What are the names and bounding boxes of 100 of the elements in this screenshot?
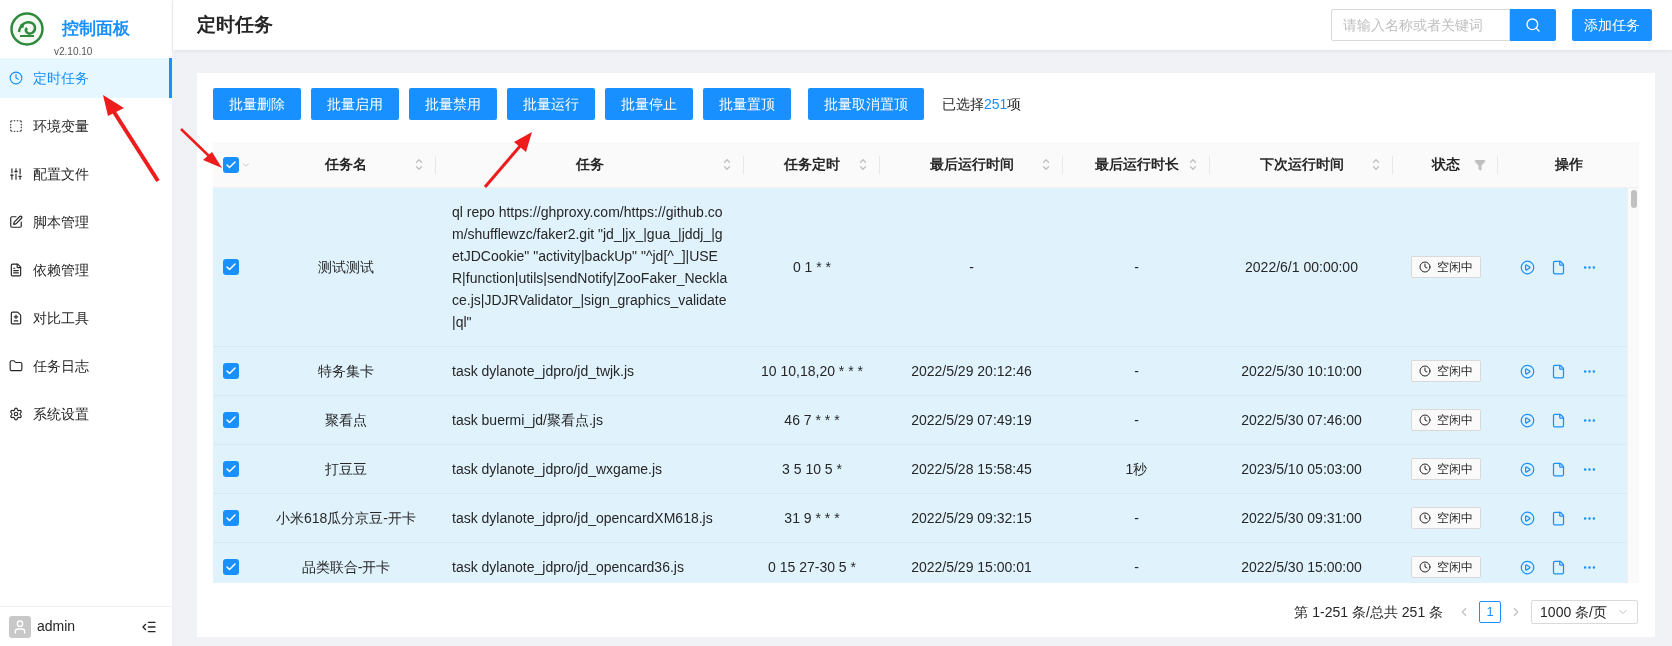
check-icon xyxy=(225,261,237,273)
table-cell-text: - xyxy=(1134,557,1139,577)
checkbox[interactable] xyxy=(223,559,239,575)
checkbox[interactable] xyxy=(223,510,239,526)
table-cell-text: 3 5 10 5 * xyxy=(782,459,842,479)
clock-icon xyxy=(1418,512,1431,524)
check-icon xyxy=(225,158,237,171)
filter-icon[interactable] xyxy=(1474,158,1486,171)
check-icon xyxy=(225,463,237,475)
table-cell-text: 1秒 xyxy=(1125,459,1148,479)
table-cell-text: 2022/5/29 09:32:15 xyxy=(911,508,1032,528)
page-size-select[interactable]: 1000 条/页 xyxy=(1531,600,1638,624)
settings-icon xyxy=(9,407,23,421)
run-icon[interactable] xyxy=(1520,412,1535,428)
sidebar-item[interactable]: 配置文件 xyxy=(0,154,172,194)
avatar[interactable] xyxy=(9,615,31,638)
sidebar-item[interactable]: 对比工具 xyxy=(0,298,172,338)
sort-icon[interactable] xyxy=(414,156,424,173)
sidebar-item[interactable]: 脚本管理 xyxy=(0,202,172,242)
selection-count: 已选择251项 xyxy=(942,94,1022,114)
run-icon[interactable] xyxy=(1520,461,1535,477)
table-cell-text: 2022/5/30 07:46:00 xyxy=(1241,410,1362,430)
sort-icon[interactable] xyxy=(1041,156,1051,173)
sliders-icon xyxy=(9,167,23,181)
clock-icon xyxy=(1418,261,1431,273)
status-tag: 空闲中 xyxy=(1410,256,1481,278)
log-file-icon[interactable] xyxy=(1551,510,1566,526)
scrollbar[interactable] xyxy=(1627,188,1639,583)
version-label: v2.10.10 xyxy=(54,46,94,58)
table-cell-text: 46 7 * * * xyxy=(784,410,840,430)
sort-icon[interactable] xyxy=(1371,156,1381,173)
user-icon xyxy=(12,618,28,635)
table-cell-text: 0 1 * * xyxy=(792,257,832,277)
logo-icon xyxy=(10,12,44,46)
user-name[interactable]: admin xyxy=(37,616,76,637)
sidebar-item[interactable]: 依赖管理 xyxy=(0,250,172,290)
sort-icon[interactable] xyxy=(1188,156,1198,173)
sidebar-item[interactable]: 任务日志 xyxy=(0,346,172,386)
page-title: 定时任务 xyxy=(197,12,273,37)
file-diff-icon xyxy=(9,311,23,325)
sort-icon[interactable] xyxy=(722,156,732,173)
search-icon xyxy=(1525,17,1541,33)
table-cell-text: 2022/5/29 07:49:19 xyxy=(911,410,1032,430)
edit-icon xyxy=(9,215,23,229)
log-file-icon[interactable] xyxy=(1551,559,1566,575)
table-cell-text: 测试测试 xyxy=(318,257,374,277)
check-icon xyxy=(225,561,237,573)
clock-icon xyxy=(1418,463,1431,475)
checkbox[interactable] xyxy=(223,461,239,477)
checkbox[interactable] xyxy=(223,412,239,428)
table-cell-text: 2022/5/30 15:00:00 xyxy=(1241,557,1362,577)
table-cell-text: 2022/5/30 10:10:00 xyxy=(1241,361,1362,381)
run-icon[interactable] xyxy=(1520,510,1535,526)
sort-icon[interactable] xyxy=(858,156,868,173)
run-icon[interactable] xyxy=(1520,559,1535,575)
table-row[interactable]: 特务集卡 task dylanote_jdpro/jd_twjk.js 10 10,18,20 * * * 2022/5/29 20:12:46 - 2022/5/30 10:10:00 空闲中 xyxy=(213,347,1627,396)
status-tag: 空闲中 xyxy=(1410,458,1481,480)
check-icon xyxy=(225,365,237,377)
clock-icon xyxy=(1418,561,1431,573)
checkbox[interactable] xyxy=(223,156,239,173)
table-cell-text: 0 15 27-30 5 * xyxy=(768,557,856,577)
log-file-icon[interactable] xyxy=(1551,412,1566,428)
search-button[interactable] xyxy=(1510,9,1556,41)
column-header: 下次运行时间 xyxy=(1259,155,1344,174)
table-cell-text: 31 9 * * * xyxy=(784,508,840,528)
log-file-icon[interactable] xyxy=(1551,363,1566,379)
table-row[interactable]: 聚看点 task buermi_jd/聚看点.js 46 7 * * * 2022/5/29 07:49:19 - 2022/5/30 07:46:00 空闲中 xyxy=(213,396,1627,445)
status-tag: 空闲中 xyxy=(1410,507,1481,529)
check-icon xyxy=(225,512,237,524)
table-cell-text: 2022/5/30 09:31:00 xyxy=(1241,508,1362,528)
table-cell-text: - xyxy=(1134,361,1139,381)
run-icon[interactable] xyxy=(1520,363,1535,379)
table-cell-text: 2022/5/28 15:58:45 xyxy=(911,459,1032,479)
table-cell-text: - xyxy=(1134,410,1139,430)
search-field[interactable]: 请输入名称或者关键词 xyxy=(1331,9,1510,41)
table-cell-text: - xyxy=(1134,257,1139,277)
sidebar-item[interactable]: 系统设置 xyxy=(0,394,172,434)
run-icon[interactable] xyxy=(1520,259,1535,275)
column-header: 任务名 xyxy=(325,155,367,174)
table-cell-text: 品类联合-开卡 xyxy=(301,557,391,577)
table-cell-text: 特务集卡 xyxy=(318,361,374,381)
column-header: 任务 xyxy=(576,155,604,174)
table-cell-text: 打豆豆 xyxy=(325,459,367,479)
checkbox[interactable] xyxy=(223,259,239,275)
table-row[interactable]: 打豆豆 task dylanote_jdpro/jd_wxgame.js 3 5 10 5 * 2022/5/28 15:58:45 1秒 2023/5/10 05:03:00 空闲中 xyxy=(213,445,1627,494)
column-header: 最后运行时间 xyxy=(929,155,1014,174)
log-file-icon[interactable] xyxy=(1551,259,1566,275)
table-cell-text: 聚看点 xyxy=(325,410,367,430)
log-file-icon[interactable] xyxy=(1551,461,1566,477)
table-cell-text: task buermi_jd/聚看点.js xyxy=(452,411,603,430)
table-cell-text: 2022/6/1 00:00:00 xyxy=(1245,257,1358,277)
checkbox[interactable] xyxy=(223,363,239,379)
column-header: 任务定时 xyxy=(784,155,840,174)
table-row[interactable] xyxy=(213,188,1627,347)
table-cell-text: 2023/5/10 05:03:00 xyxy=(1241,459,1362,479)
table-cell-text: 2022/5/29 15:00:01 xyxy=(911,557,1032,577)
sidebar-item[interactable]: 环境变量 xyxy=(0,106,172,146)
table-row[interactable]: 小米618瓜分京豆-开卡 task dylanote_jdpro/jd_opencardXM618.js 31 9 * * * 2022/5/29 09:32:15 - 2022/5/30 09:31:00 空闲中 xyxy=(213,494,1627,543)
table-row[interactable]: 品类联合-开卡 task dylanote_jdpro/jd_opencard36.js 0 15 27-30 5 * 2022/5/29 15:00:01 - 2022/5/30 15:00:00 空闲中 xyxy=(213,543,1627,583)
dashed-square-icon xyxy=(9,119,23,133)
